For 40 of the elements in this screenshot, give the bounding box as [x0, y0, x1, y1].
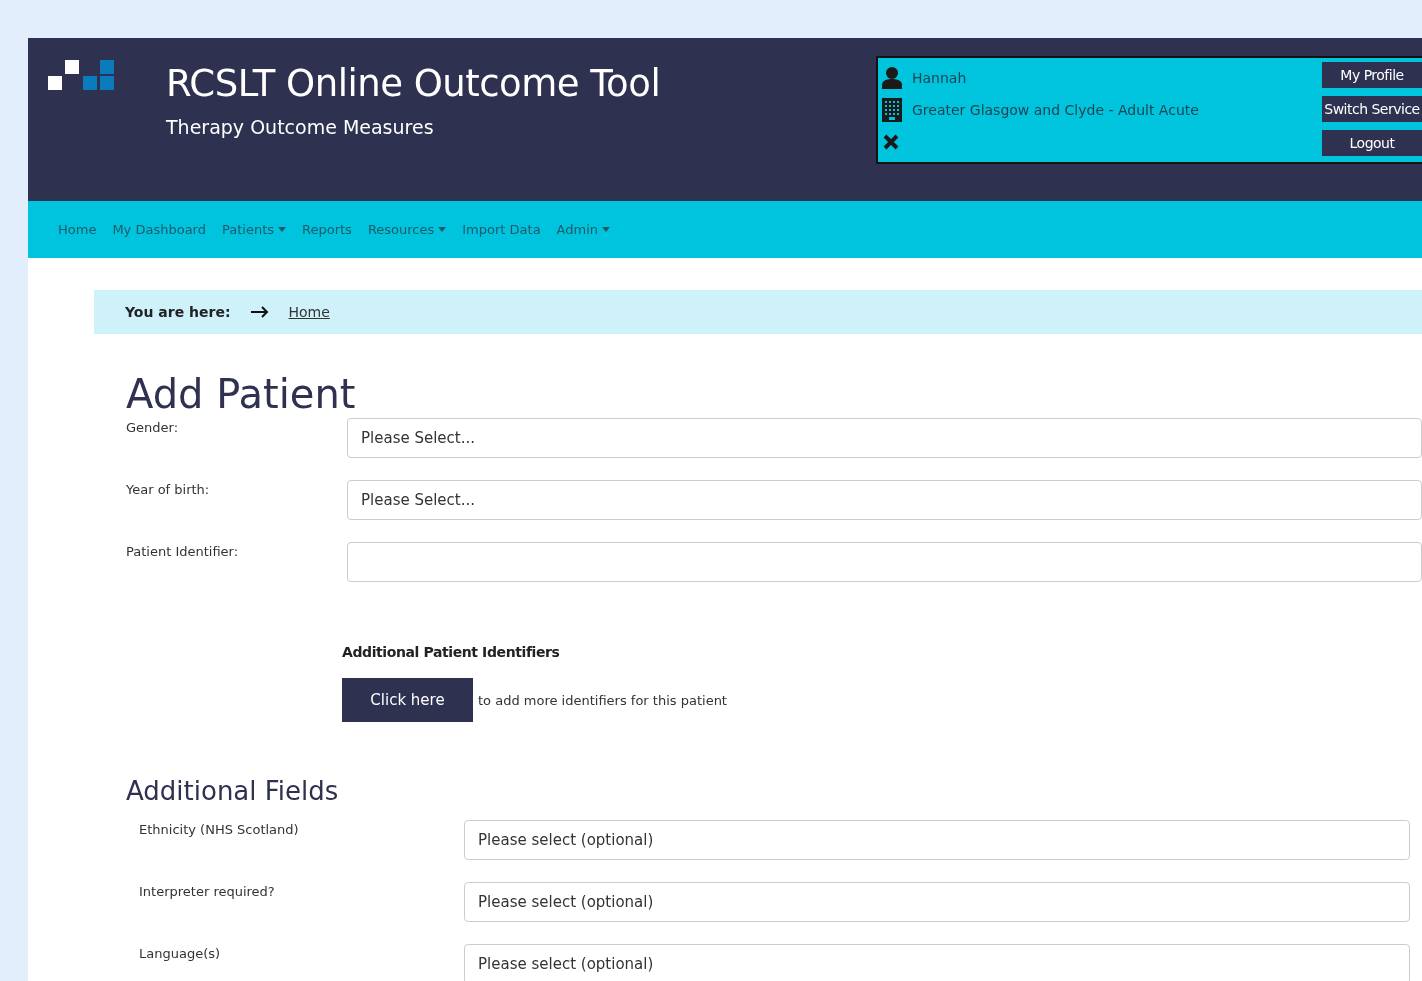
app-title: RCSLT Online Outcome Tool [166, 61, 661, 107]
select-field[interactable]: Please select (optional) [464, 820, 1410, 860]
page-title: Add Patient [126, 370, 357, 418]
section-heading: Additional Fields [126, 776, 340, 806]
click-here-button[interactable]: Click here [342, 678, 473, 722]
service-name: Greater Glasgow and Clyde - Adult Acute [912, 102, 1199, 118]
nav-link[interactable]: Home [50, 222, 105, 237]
select-field[interactable]: Please Select... [347, 480, 1422, 520]
field-label: Language(s) [139, 945, 222, 963]
field-label: Ethnicity (NHS Scotland) [139, 821, 300, 839]
field-label: Gender: [126, 419, 180, 437]
user-icon [882, 67, 902, 89]
nav-link[interactable]: Import Data [454, 222, 549, 237]
caret-icon [278, 227, 286, 232]
field-label: Patient Identifier: [126, 543, 240, 561]
nav-link[interactable]: Admin [548, 222, 619, 237]
panel-button[interactable]: Switch Service [1322, 96, 1422, 122]
nav-link[interactable]: Resources [359, 222, 455, 237]
select-field[interactable]: Please select (optional) [464, 882, 1410, 922]
nav-link[interactable]: My Dashboard [104, 222, 214, 237]
select-field[interactable]: Please select (optional) [464, 944, 1410, 981]
caret-icon [438, 227, 447, 232]
close-icon[interactable] [882, 133, 900, 151]
breadcrumb-label: You are here: [125, 304, 231, 320]
building-icon [882, 98, 902, 122]
nav-link[interactable]: Patients [213, 222, 294, 237]
field-label: Year of birth: [126, 481, 211, 499]
nav-link[interactable]: Reports [294, 222, 360, 237]
caret-icon [602, 227, 611, 232]
input-field[interactable] [347, 542, 1422, 582]
breadcrumb-link[interactable]: Home [288, 304, 330, 320]
select-field[interactable]: Please Select... [347, 418, 1422, 458]
app-subtitle: Therapy Outcome Measures [166, 116, 435, 138]
user-name: Hannah [912, 70, 967, 86]
section-heading: Additional Patient Identifiers [342, 644, 561, 660]
button-hint: to add more identifiers for this patient [478, 692, 727, 708]
panel-button[interactable]: Logout [1322, 130, 1422, 156]
field-label: Interpreter required? [139, 883, 276, 901]
arrow-right-icon [250, 306, 269, 318]
panel-button[interactable]: My Profile [1322, 62, 1422, 88]
